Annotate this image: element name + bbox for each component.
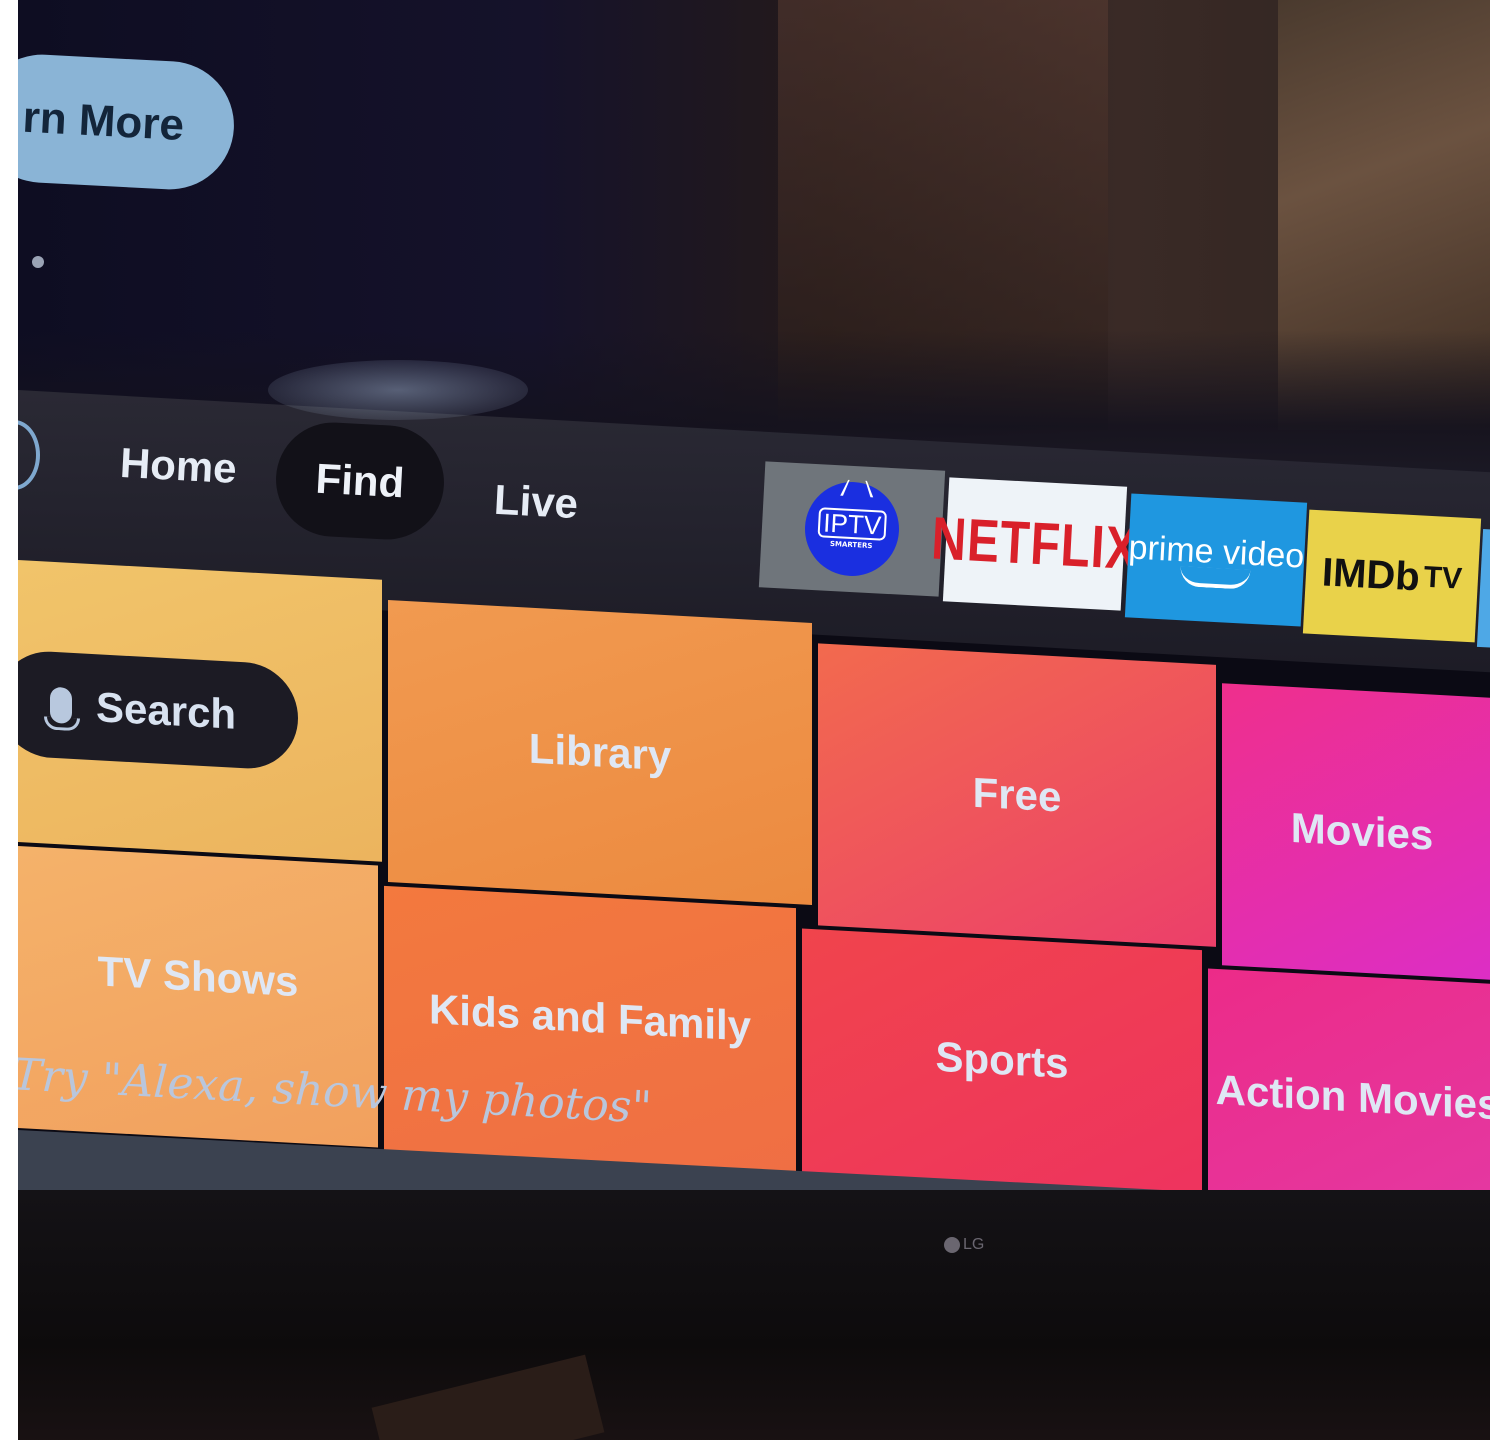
learn-more-label: rn More — [21, 92, 186, 151]
carousel-indicator-dot — [32, 256, 44, 268]
tile-free[interactable]: Free — [818, 643, 1216, 947]
tv-brand-logo: LG — [944, 1236, 984, 1254]
search-button[interactable]: Search — [18, 648, 298, 772]
tile-library[interactable]: Library — [388, 600, 812, 906]
amazon-smile-icon — [1179, 565, 1251, 590]
search-label: Search — [96, 683, 237, 738]
tile-label: Movies — [1290, 803, 1434, 859]
app-netflix[interactable]: NETFLIX — [930, 477, 1140, 611]
imdb-logo: IMDb — [1320, 549, 1421, 599]
tv-screen-photo: rn More Home Find Live IPTV SMARTERS NET… — [18, 0, 1490, 1440]
nav-find-label: Find — [314, 454, 406, 507]
iptv-logo-subtext: SMARTERS — [829, 539, 873, 551]
iptv-logo-text: IPTV — [817, 507, 887, 541]
iptv-logo-icon: IPTV SMARTERS — [802, 479, 902, 579]
tv-brand-text: LG — [963, 1236, 985, 1253]
tv-antenna-icon — [840, 479, 874, 498]
tv-bezel — [18, 1190, 1490, 1440]
tile-kids-and-family[interactable]: Kids and Family — [384, 885, 796, 1191]
tile-label: TV Shows — [97, 947, 299, 1006]
nav-home[interactable]: Home — [119, 439, 238, 493]
tile-label: Kids and Family — [428, 985, 752, 1050]
app-prime-video[interactable]: prime video — [1124, 493, 1308, 627]
netflix-logo: NETFLIX — [929, 505, 1141, 583]
nav-glow — [268, 360, 528, 420]
app-iptv-smarters[interactable]: IPTV SMARTERS — [758, 461, 946, 597]
nav-live[interactable]: Live — [493, 476, 579, 528]
tile-movies[interactable]: Movies — [1222, 683, 1490, 981]
imdb-tv-suffix: TV — [1422, 560, 1463, 596]
search-tile: Search — [18, 560, 382, 862]
tile-label: Free — [972, 768, 1062, 821]
tile-label: Action Movies — [1215, 1065, 1490, 1129]
learn-more-button[interactable]: rn More — [18, 51, 238, 193]
tile-label: Library — [528, 724, 672, 780]
nav-find[interactable]: Find — [273, 419, 447, 543]
app-imdb-tv[interactable]: IMDb TV — [1302, 509, 1482, 643]
tile-label: Sports — [935, 1032, 1069, 1087]
microphone-icon — [50, 686, 72, 724]
lg-logo-icon — [944, 1237, 960, 1253]
